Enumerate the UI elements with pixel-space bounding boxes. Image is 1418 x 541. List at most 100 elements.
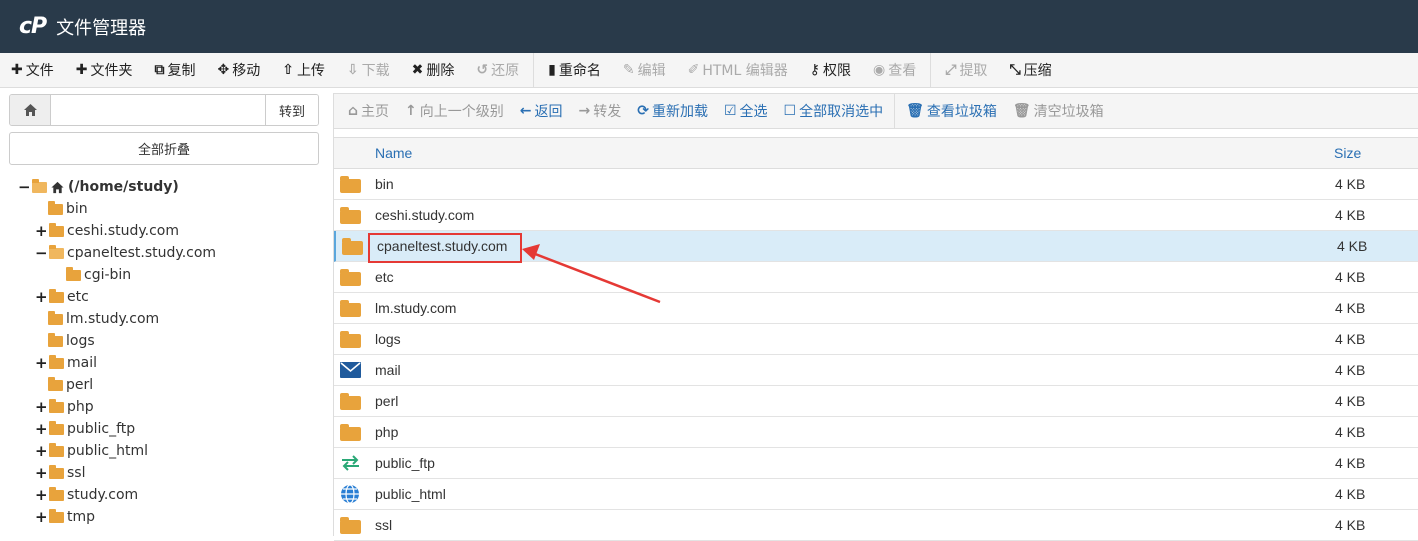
button-label: 复制 <box>167 63 196 79</box>
empty-trash-button[interactable]: 🗑 清空垃圾箱 <box>1005 101 1112 121</box>
view-button[interactable]: ◉ 查看 <box>862 53 927 88</box>
expand-toggle[interactable]: + <box>35 222 48 240</box>
tree-item-logs[interactable]: logs <box>48 330 95 352</box>
tree-item-public-html[interactable]: + public_html <box>35 440 148 462</box>
new-file-button[interactable]: ✚ 文件 <box>0 53 65 88</box>
file-name: lm.study.com <box>375 300 457 316</box>
tree-item-label: tmp <box>67 509 96 525</box>
expand-toggle[interactable]: + <box>35 486 48 504</box>
column-header-size[interactable]: Size <box>1334 145 1361 161</box>
file-name: etc <box>375 269 394 285</box>
table-row[interactable]: public_ftp 4 KB <box>334 448 1418 479</box>
column-header-name[interactable]: Name <box>375 145 412 161</box>
path-input[interactable] <box>51 95 265 125</box>
collapse-toggle[interactable]: − <box>35 244 48 262</box>
restore-button[interactable]: ↺ 还原 <box>465 53 530 88</box>
file-size: 4 KB <box>1337 238 1368 254</box>
folder-icon <box>48 200 63 215</box>
expand-toggle[interactable]: + <box>35 508 48 526</box>
permissions-button[interactable]: ⚷ 权限 <box>799 53 862 88</box>
home-button[interactable] <box>10 95 51 125</box>
file-name: ceshi.study.com <box>375 207 475 223</box>
table-row[interactable]: php 4 KB <box>334 417 1418 448</box>
times-icon: ✖ <box>411 62 424 78</box>
exchange-icon <box>340 455 362 472</box>
file-list-panel: ⌂ 主页 ↑ 向上一个级别 ← 返回 → 转发 ⟳ 重新加载 ☑ 全选 ☐ 全部取消选中 🗑 查… <box>333 93 1418 541</box>
upload-icon: ⇧ <box>282 62 294 78</box>
copy-button[interactable]: ⧉ 复制 <box>143 53 206 88</box>
download-button[interactable]: ⇩ 下载 <box>336 53 401 88</box>
edit-icon: ✐ <box>687 62 700 78</box>
expand-toggle[interactable]: + <box>35 420 48 438</box>
tree-item-root[interactable]: − (/home/study) <box>18 176 179 198</box>
tree-item-label: public_html <box>67 443 149 459</box>
expand-toggle[interactable]: + <box>35 354 48 372</box>
file-size: 4 KB <box>1335 393 1366 409</box>
forward-button[interactable]: → 转发 <box>571 101 630 121</box>
compress-button[interactable]: ⤡ 压缩 <box>998 53 1062 88</box>
tree-item-etc[interactable]: + etc <box>35 286 89 308</box>
folder-icon <box>49 288 64 303</box>
delete-button[interactable]: ✖ 删除 <box>401 53 466 88</box>
table-row[interactable]: bin 4 KB <box>334 169 1418 200</box>
back-button[interactable]: ← 返回 <box>512 101 571 121</box>
tree-item-ceshi[interactable]: + ceshi.study.com <box>35 220 179 242</box>
tree-item-mail[interactable]: + mail <box>35 352 97 374</box>
table-row[interactable]: ceshi.study.com 4 KB <box>334 200 1418 231</box>
tree-item-bin[interactable]: bin <box>48 198 88 220</box>
tree-item-cpaneltest[interactable]: − cpaneltest.study.com <box>35 242 216 264</box>
tree-item-lm[interactable]: lm.study.com <box>48 308 159 330</box>
expand-toggle[interactable]: + <box>35 288 48 306</box>
extract-button[interactable]: ⤢ 提取 <box>934 53 998 88</box>
file-name: mail <box>375 362 401 378</box>
table-row[interactable]: mail 4 KB <box>334 355 1418 386</box>
nav-divider <box>894 93 896 129</box>
collapse-all-button[interactable]: 全部折叠 <box>9 132 319 165</box>
button-label: 移动 <box>232 63 261 79</box>
html-editor-button[interactable]: ✐ HTML 编辑器 <box>677 53 799 88</box>
tree-item-ssl[interactable]: + ssl <box>35 462 85 484</box>
button-label: 向上一个级别 <box>419 104 504 120</box>
file-name: bin <box>375 176 394 192</box>
table-row[interactable]: logs 4 KB <box>334 324 1418 355</box>
tree-item-perl[interactable]: perl <box>48 374 93 396</box>
unselect-all-button[interactable]: ☐ 全部取消选中 <box>776 101 892 121</box>
expand-toggle[interactable]: + <box>35 442 48 460</box>
tree-item-tmp[interactable]: + tmp <box>35 506 95 528</box>
tree-item-cgi-bin[interactable]: cgi-bin <box>66 264 131 286</box>
select-all-button[interactable]: ☑ 全选 <box>716 101 776 121</box>
tree-item-public-ftp[interactable]: + public_ftp <box>35 418 135 440</box>
view-trash-button[interactable]: 🗑 查看垃圾箱 <box>898 101 1005 121</box>
expand-icon: ⤢ <box>945 62 957 78</box>
download-icon: ⇩ <box>346 62 359 78</box>
tree-item-label: (/home/study) <box>68 179 179 195</box>
new-folder-button[interactable]: ✚ 文件夹 <box>65 53 144 88</box>
eye-icon: ◉ <box>873 62 886 78</box>
table-row[interactable]: etc 4 KB <box>334 262 1418 293</box>
reload-button[interactable]: ⟳ 重新加载 <box>629 101 716 121</box>
refresh-icon: ⟳ <box>637 103 649 119</box>
collapse-toggle[interactable]: − <box>18 178 31 196</box>
file-name: perl <box>375 393 399 409</box>
expand-toggle[interactable]: + <box>35 464 48 482</box>
expand-toggle[interactable]: + <box>35 398 48 416</box>
home-nav-button[interactable]: ⌂ 主页 <box>340 101 397 121</box>
move-button[interactable]: ✥ 移动 <box>206 53 271 88</box>
table-row[interactable]: public_html 4 KB <box>334 479 1418 510</box>
folder-icon <box>49 464 64 479</box>
rename-button[interactable]: ▮ 重命名 <box>537 53 612 88</box>
folder-icon <box>340 424 362 441</box>
table-row[interactable]: ssl 4 KB <box>334 510 1418 541</box>
button-label: 上传 <box>296 63 325 79</box>
folder-icon <box>49 420 64 435</box>
navigation-bar: ⌂ 主页 ↑ 向上一个级别 ← 返回 → 转发 ⟳ 重新加载 ☑ 全选 ☐ 全部取消选中 🗑 查… <box>334 93 1418 129</box>
table-row[interactable]: lm.study.com 4 KB <box>334 293 1418 324</box>
tree-item-study[interactable]: + study.com <box>35 484 138 506</box>
table-row[interactable]: perl 4 KB <box>334 386 1418 417</box>
go-button[interactable]: 转到 <box>265 95 318 125</box>
up-level-button[interactable]: ↑ 向上一个级别 <box>397 101 512 121</box>
upload-button[interactable]: ⇧ 上传 <box>271 53 336 88</box>
tree-item-php[interactable]: + php <box>35 396 94 418</box>
edit-button[interactable]: ✎ 编辑 <box>612 53 677 88</box>
table-row-selected[interactable]: cpaneltest.study.com 4 KB <box>334 231 1418 262</box>
